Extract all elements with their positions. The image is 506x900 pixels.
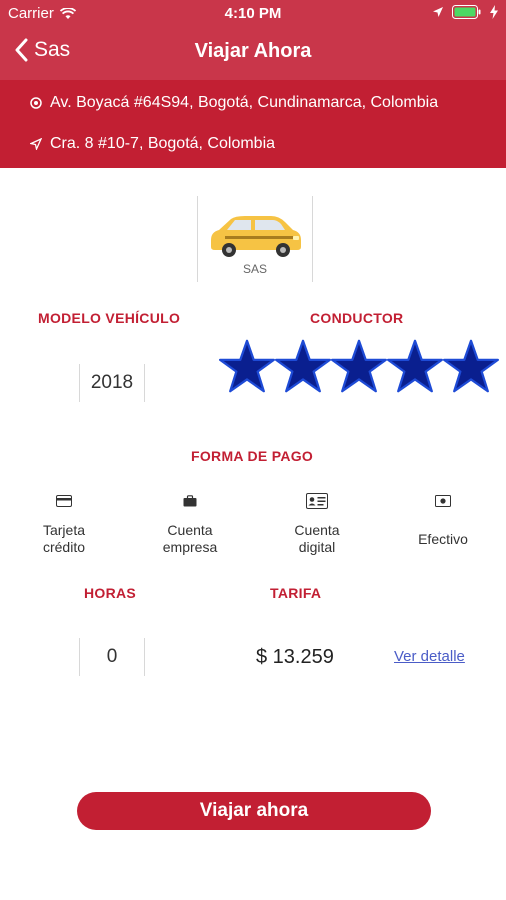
payment-cash[interactable]: Efectivo: [383, 490, 503, 548]
fare-label: TARIFA: [270, 585, 322, 601]
payment-label: FORMA DE PAGO: [191, 448, 314, 464]
payment-digital-line1: Cuenta: [294, 522, 340, 538]
taxi-car-icon: [211, 216, 301, 257]
fare-detail-link[interactable]: Ver detalle: [394, 648, 465, 665]
payment-cash-label: Efectivo: [418, 531, 468, 547]
star-icon[interactable]: [387, 336, 443, 396]
destination-row[interactable]: Cra. 8 #10-7, Bogotá, Colombia: [30, 135, 275, 153]
payment-digital-line2: digital: [298, 539, 336, 555]
model-year-field[interactable]: 2018: [79, 364, 145, 402]
star-icon[interactable]: [275, 336, 331, 396]
battery-icon: [452, 5, 481, 19]
location-arrow-icon: [433, 7, 443, 17]
model-year-value: 2018: [90, 372, 134, 393]
status-bar: Carrier 4:10 PM: [0, 0, 506, 26]
hours-label: HORAS: [84, 585, 137, 601]
origin-row[interactable]: Av. Boyacá #64S94, Bogotá, Cundinamarca,…: [30, 94, 438, 112]
payment-digital-account[interactable]: Cuenta digital: [257, 490, 377, 556]
star-icon[interactable]: [331, 336, 387, 396]
briefcase-icon: [183, 495, 197, 507]
payment-company-line2: empresa: [162, 539, 218, 555]
driver-rating[interactable]: [219, 336, 499, 396]
origin-target-icon: [30, 97, 42, 109]
star-icon[interactable]: [219, 336, 275, 396]
hours-value: 0: [106, 646, 118, 667]
payment-credit-card-line1: Tarjeta: [42, 522, 86, 538]
payment-company-account[interactable]: Cuenta empresa: [130, 490, 250, 556]
model-label: MODELO VEHÍCULO: [38, 310, 181, 326]
status-right-group: [432, 5, 498, 19]
hours-field[interactable]: 0: [79, 638, 145, 676]
navigation-arrow-icon: [30, 138, 42, 150]
status-time: 4:10 PM: [224, 5, 282, 22]
cash-icon: [435, 495, 451, 507]
credit-card-icon: [56, 495, 72, 507]
star-icon[interactable]: [443, 336, 499, 396]
page-title: Viajar Ahora: [194, 40, 312, 62]
payment-company-line1: Cuenta: [167, 522, 213, 538]
travel-now-label: Viajar ahora: [199, 800, 309, 821]
origin-address: Av. Boyacá #64S94, Bogotá, Cundinamarca,…: [50, 94, 439, 111]
payment-credit-card-line2: crédito: [42, 539, 86, 555]
navigation-bar: Sas Viajar Ahora: [0, 26, 506, 80]
payment-credit-card[interactable]: Tarjeta crédito: [4, 490, 124, 556]
vehicle-selector[interactable]: SAS: [197, 196, 313, 282]
route-addresses: Av. Boyacá #64S94, Bogotá, Cundinamarca,…: [0, 80, 506, 168]
vehicle-label: SAS: [242, 262, 267, 276]
destination-address: Cra. 8 #10-7, Bogotá, Colombia: [50, 135, 276, 152]
driver-label: CONDUCTOR: [310, 310, 404, 326]
fare-value: $ 13.259: [256, 646, 334, 668]
charging-bolt-icon: [490, 5, 498, 19]
travel-now-button[interactable]: Viajar ahora: [77, 792, 431, 830]
id-card-icon: [306, 493, 328, 509]
